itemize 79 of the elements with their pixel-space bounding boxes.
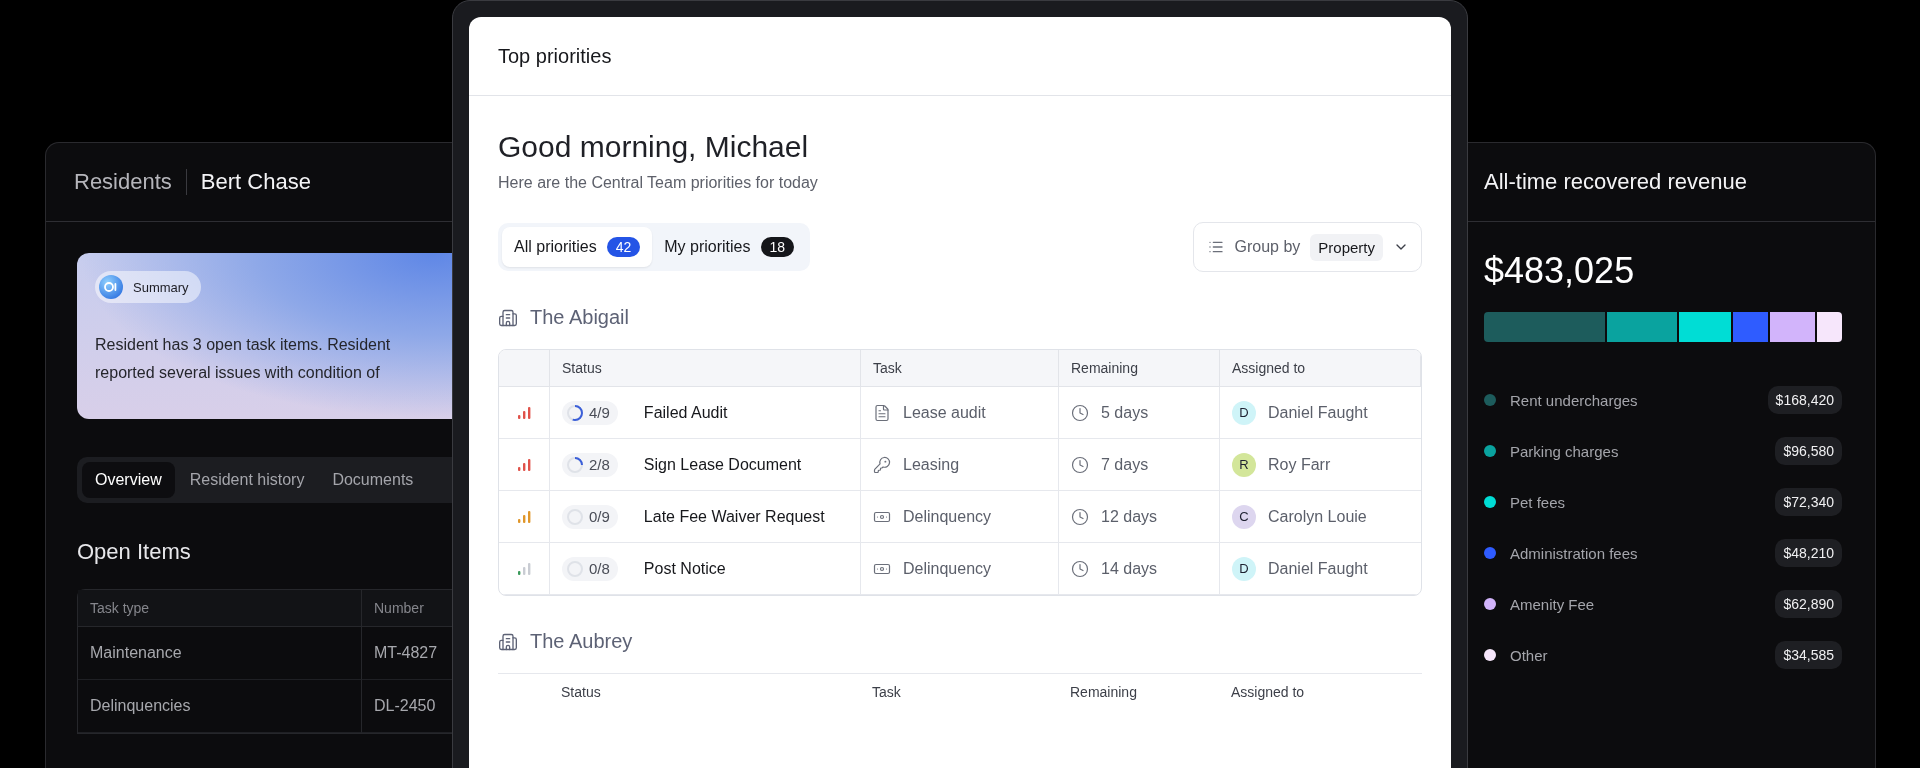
- legend-label: Administration fees: [1510, 544, 1639, 562]
- column-header: Task: [861, 350, 1059, 387]
- task-name[interactable]: Sign Lease Document: [643, 455, 802, 474]
- column-header: Status: [550, 350, 861, 387]
- clock-icon: [1071, 507, 1089, 526]
- legend-label: Parking charges: [1510, 442, 1620, 460]
- tab[interactable]: Overview: [82, 462, 175, 498]
- list-icon: [1208, 239, 1225, 255]
- progress-pill: 4/9: [562, 400, 618, 425]
- subtitle: Here are the Central Team priorities for today: [498, 174, 819, 192]
- amount-badge: $72,340: [1775, 488, 1842, 516]
- assignee-name: Daniel Faught: [1268, 403, 1368, 422]
- document-icon: [873, 403, 891, 422]
- group-by-dropdown[interactable]: Group by Property: [1193, 222, 1422, 272]
- progress-ring-icon: [566, 559, 584, 578]
- remaining-time: 14 days: [1101, 559, 1158, 578]
- total-revenue: $483,025: [1484, 250, 1636, 292]
- table-cell: Delinquencies: [78, 680, 362, 733]
- progress-ring-icon: [566, 455, 584, 474]
- task-type: Leasing: [903, 455, 960, 474]
- clock-icon: [1071, 403, 1089, 422]
- progress-ring-icon: [566, 507, 584, 526]
- assignee-name: Roy Farr: [1268, 455, 1331, 474]
- building-icon: [498, 631, 518, 652]
- tab[interactable]: Resident history: [176, 462, 318, 498]
- count-badge: 42: [606, 237, 641, 257]
- panel-title: All-time recovered revenue: [1484, 169, 1747, 195]
- progress-pill: 2/8: [562, 452, 618, 477]
- section-title: Open Items: [77, 539, 192, 565]
- task-type: Lease audit: [903, 403, 986, 422]
- property-name: The Aubrey: [530, 630, 633, 653]
- summary-text: Resident has 3 open task items. Resident reported several issues with condition of: [95, 335, 392, 383]
- summary-label: Summary: [133, 279, 189, 295]
- count-badge: 18: [760, 237, 795, 257]
- task-name[interactable]: Failed Audit: [643, 403, 728, 422]
- task-type: Delinquency: [903, 507, 992, 526]
- clock-icon: [1071, 559, 1089, 578]
- avatar: C: [1232, 504, 1256, 529]
- column-header: Number: [362, 590, 453, 627]
- task-type: Delinquency: [903, 559, 992, 578]
- tab[interactable]: Documents: [319, 462, 427, 498]
- progress-pill: 0/9: [562, 504, 618, 529]
- avatar: D: [1232, 400, 1256, 425]
- column-header: Task type: [78, 590, 362, 627]
- table-cell: Maintenance: [78, 627, 362, 680]
- remaining-time: 7 days: [1101, 455, 1149, 474]
- amount-badge: $62,890: [1775, 590, 1842, 618]
- panel-title: Top priorities: [469, 17, 1451, 96]
- avatar: D: [1232, 556, 1256, 581]
- column-header: Assigned to: [1220, 350, 1421, 387]
- amount-badge: $34,585: [1775, 641, 1842, 669]
- amount-badge: $96,580: [1775, 437, 1842, 465]
- assignee-name: Carolyn Louie: [1268, 507, 1367, 526]
- avatar: R: [1232, 452, 1256, 477]
- group-value: Property: [1310, 233, 1383, 261]
- property-name: The Abigail: [530, 306, 629, 329]
- remaining-time: 5 days: [1101, 403, 1149, 422]
- progress-pill: 0/8: [562, 556, 618, 581]
- legend-label: Amenity Fee: [1510, 595, 1596, 613]
- task-name[interactable]: Late Fee Waiver Request: [643, 507, 825, 526]
- clock-icon: [1071, 455, 1089, 474]
- assignee-name: Daniel Faught: [1268, 559, 1368, 578]
- amount-badge: $48,210: [1775, 539, 1842, 567]
- legend-label: Pet fees: [1510, 493, 1567, 511]
- tab[interactable]: My priorities 18: [652, 227, 807, 267]
- legend-label: Other: [1510, 646, 1549, 664]
- amount-badge: $168,420: [1767, 386, 1842, 414]
- remaining-time: 12 days: [1101, 507, 1158, 526]
- greeting: Good morning, Michael: [498, 130, 810, 164]
- building-icon: [498, 307, 518, 328]
- key-icon: [873, 455, 891, 474]
- task-name[interactable]: Post Notice: [643, 559, 726, 578]
- breadcrumb-link[interactable]: Residents: [74, 169, 172, 195]
- ai-logo-icon: [99, 275, 123, 299]
- resident-name: Bert Chase: [200, 169, 311, 195]
- tab[interactable]: All priorities 42: [502, 227, 653, 267]
- progress-ring-icon: [566, 403, 584, 422]
- legend-label: Rent undercharges: [1510, 391, 1639, 409]
- column-header: Remaining: [1059, 350, 1220, 387]
